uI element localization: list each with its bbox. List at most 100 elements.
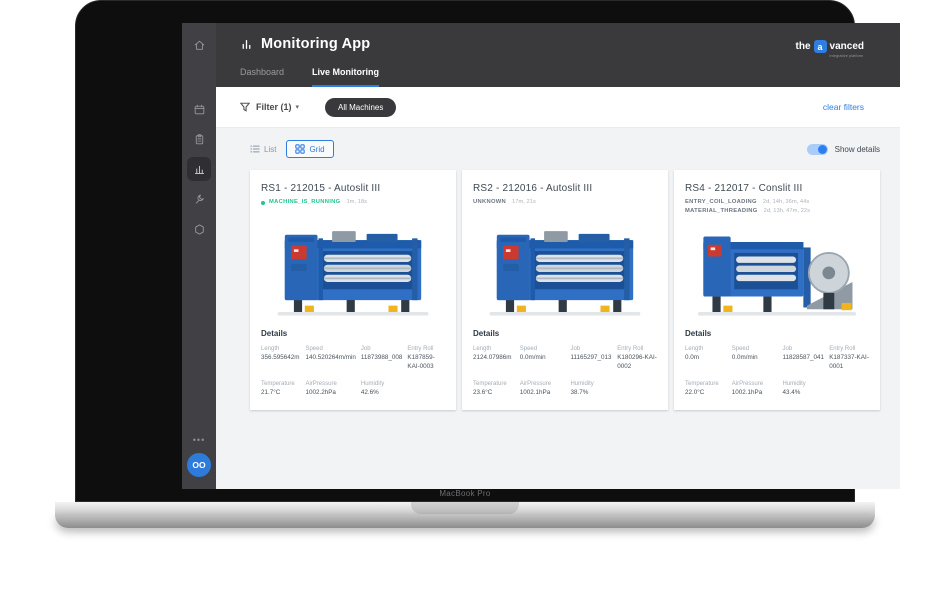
machine-card[interactable]: RS2 - 212016 - Autoslit III UNKNOWN 17m,… xyxy=(462,170,668,410)
detail-value: 21.7°C xyxy=(261,389,300,398)
machine-card-grid: RS1 - 212015 - Autoslit III MACHINE_IS_R… xyxy=(250,170,880,410)
details-heading: Details xyxy=(473,329,657,338)
detail-value: 22.0°C xyxy=(685,389,727,398)
status-dot-icon xyxy=(261,201,265,205)
show-details-toggle[interactable] xyxy=(807,144,828,155)
page-title: Monitoring App xyxy=(261,36,370,52)
grid-view-button[interactable]: Grid xyxy=(286,140,333,158)
all-machines-chip[interactable]: All Machines xyxy=(325,98,396,117)
detail-label: AirPressure xyxy=(732,381,778,387)
detail-label: Length xyxy=(473,346,515,352)
detail-value: 0.0m/min xyxy=(520,354,566,363)
detail-label: Speed xyxy=(520,346,566,352)
app-header: Monitoring App Dashboard Live Monitoring… xyxy=(216,23,900,87)
filter-bar: Filter (1) ▾ All Machines clear filters xyxy=(216,87,900,128)
monitoring-app-icon xyxy=(240,38,253,51)
detail-label: Speed xyxy=(732,346,778,352)
detail-value: 0.0m/min xyxy=(732,354,778,363)
list-view-button[interactable]: List xyxy=(250,144,276,154)
detail-value: 38.7% xyxy=(570,389,612,398)
detail-label: Entry Roll xyxy=(407,346,445,352)
detail-label: Humidity xyxy=(361,381,403,387)
detail-value: 42.6% xyxy=(361,389,403,398)
macbook-base-top xyxy=(55,502,875,515)
tab-dashboard[interactable]: Dashboard xyxy=(240,67,284,87)
chevron-down-icon[interactable]: ▾ xyxy=(296,103,300,111)
machine-card-title: RS4 - 212017 - Conslit III xyxy=(685,183,869,194)
detail-label: Entry Roll xyxy=(617,346,657,352)
detail-label: Temperature xyxy=(261,381,300,387)
logo-mark-icon: a xyxy=(814,40,827,53)
status-duration: 1m, 18s xyxy=(346,199,367,206)
detail-value: 1002.1hPa xyxy=(520,389,566,398)
clipboard-icon[interactable] xyxy=(187,127,211,151)
toggle-knob xyxy=(818,145,827,154)
status-duration: 2d, 14h, 36m, 44s xyxy=(763,199,809,206)
hexagon-icon[interactable] xyxy=(187,217,211,241)
logo-text-post: vanced xyxy=(830,40,864,53)
app-screen: ••• OO Monitoring App Dashboar xyxy=(182,23,900,489)
detail-label: Job xyxy=(361,346,403,352)
detail-label: Humidity xyxy=(570,381,612,387)
status-row: MACHINE_IS_RUNNING 1m, 18s xyxy=(261,199,445,206)
detail-label: Speed xyxy=(305,346,355,352)
detail-label: Humidity xyxy=(782,381,824,387)
filter-dropdown[interactable]: Filter (1) xyxy=(256,102,292,112)
logo-text-pre: the xyxy=(796,40,811,53)
details-heading: Details xyxy=(261,329,445,338)
clear-filters-link[interactable]: clear filters xyxy=(823,102,864,112)
detail-label: Temperature xyxy=(473,381,515,387)
detail-value: 356.595642m xyxy=(261,354,300,363)
detail-value: K180296-KAI-0002 xyxy=(617,354,657,371)
detail-value: 11873988_008 xyxy=(361,354,403,363)
more-options-icon[interactable]: ••• xyxy=(193,435,205,445)
machine-image xyxy=(261,222,445,322)
details-grid: Length0.0m Speed0.0m/min Job11828587_041… xyxy=(685,346,869,398)
status-list: UNKNOWN 17m, 21s xyxy=(473,199,657,215)
macbook-base-bottom xyxy=(55,515,875,528)
detail-value: 140.520264m/min xyxy=(305,354,355,363)
detail-value: 11828587_041 xyxy=(782,354,824,363)
home-icon[interactable] xyxy=(187,33,211,57)
detail-value: 1002.1hPa xyxy=(732,389,778,398)
detail-value: 0.0m xyxy=(685,354,727,363)
detail-value: 11165297_013 xyxy=(570,354,612,363)
detail-label: Job xyxy=(570,346,612,352)
show-details-label: Show details xyxy=(835,145,880,154)
tab-bar: Dashboard Live Monitoring xyxy=(240,67,379,87)
detail-label: Entry Roll xyxy=(829,346,869,352)
brand-logo: the a vanced integrative platform xyxy=(796,40,864,58)
grid-view-label: Grid xyxy=(309,145,324,154)
machine-card-title: RS2 - 212016 - Autoslit III xyxy=(473,183,657,194)
machine-image xyxy=(473,222,657,322)
detail-label: AirPressure xyxy=(520,381,566,387)
detail-label: Length xyxy=(685,346,727,352)
machine-card[interactable]: RS1 - 212015 - Autoslit III MACHINE_IS_R… xyxy=(250,170,456,410)
detail-value: 23.6°C xyxy=(473,389,515,398)
status-row: UNKNOWN 17m, 21s xyxy=(473,199,657,206)
logo-tagline: integrative platform xyxy=(830,54,864,58)
status-list: ENTRY_COIL_LOADING 2d, 14h, 36m, 44s MAT… xyxy=(685,199,869,215)
macbook-bezel: ••• OO Monitoring App Dashboar xyxy=(75,0,855,502)
user-avatar[interactable]: OO xyxy=(187,453,211,477)
detail-label: Temperature xyxy=(685,381,727,387)
tab-live-monitoring[interactable]: Live Monitoring xyxy=(312,67,379,87)
bar-chart-icon[interactable] xyxy=(187,157,211,181)
detail-value: 2124.07986m xyxy=(473,354,515,363)
filter-funnel-icon xyxy=(240,102,250,112)
machine-card[interactable]: RS4 - 212017 - Conslit III ENTRY_COIL_LO… xyxy=(674,170,880,410)
screenshot-canvas: ••• OO Monitoring App Dashboar xyxy=(0,0,930,592)
status-list: MACHINE_IS_RUNNING 1m, 18s xyxy=(261,199,445,215)
details-grid: Length356.595642m Speed140.520264m/min J… xyxy=(261,346,445,398)
detail-value: 43.4% xyxy=(782,389,824,398)
calendar-icon[interactable] xyxy=(187,97,211,121)
machine-card-title: RS1 - 212015 - Autoslit III xyxy=(261,183,445,194)
detail-value: K187337-KAI-0001 xyxy=(829,354,869,371)
wrench-icon[interactable] xyxy=(187,187,211,211)
status-duration: 17m, 21s xyxy=(512,199,536,206)
macbook-hinge-notch xyxy=(411,502,519,514)
content-area: List Grid Show details xyxy=(216,128,900,489)
details-heading: Details xyxy=(685,329,869,338)
app-sidebar: ••• OO xyxy=(182,23,216,489)
status-duration: 2d, 13h, 47m, 22s xyxy=(764,208,810,215)
